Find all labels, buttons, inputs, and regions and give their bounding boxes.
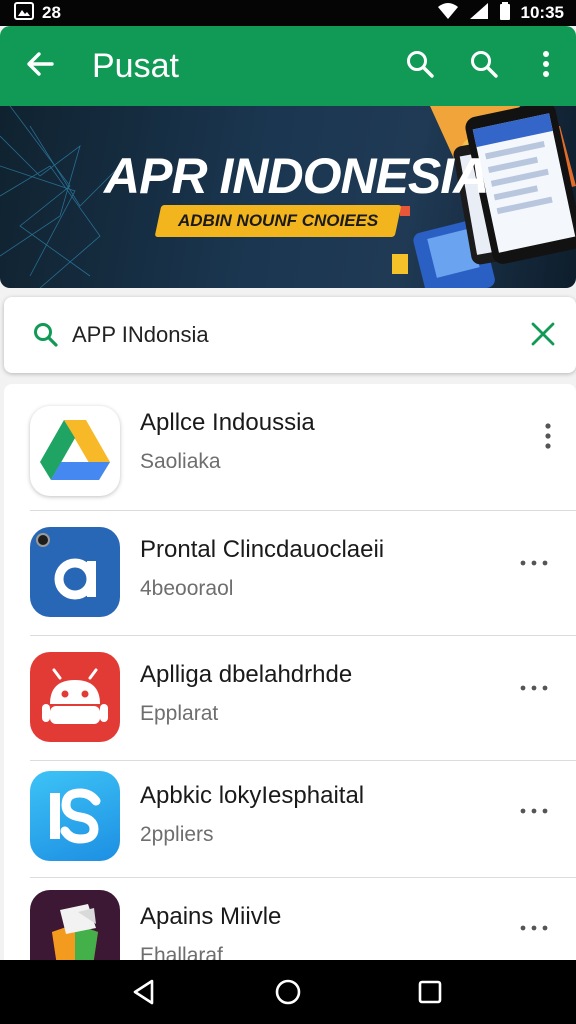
- app-name: Apllce Indoussia: [140, 409, 315, 436]
- nav-back-icon[interactable]: [128, 976, 160, 1008]
- app-subtitle: Ehallaraf: [140, 944, 223, 960]
- signal-icon: [469, 2, 489, 25]
- app-subtitle: 2ppliers: [140, 823, 214, 846]
- list-item[interactable]: Prontal Clincdauoclaeii 4beooraol: [4, 511, 576, 635]
- search-icon[interactable]: [404, 48, 436, 80]
- drive-triangle-icon: [30, 406, 120, 496]
- app-subtitle: Epplarat: [140, 702, 219, 725]
- more-vert-icon[interactable]: [530, 48, 562, 80]
- notification-count: 28: [42, 3, 61, 22]
- app-subtitle: Saoliaka: [140, 450, 221, 473]
- banner-tagline: ADBIN NOUNF CNOIEES: [177, 211, 379, 230]
- more-vert-icon[interactable]: [528, 416, 568, 456]
- search-icon[interactable]: [468, 48, 500, 80]
- app-name: Aplliga dbelahdrhde: [140, 661, 353, 688]
- page-title: Pusat: [92, 47, 179, 85]
- clock: 10:35: [520, 3, 564, 22]
- gallery-notification-icon: [14, 1, 34, 25]
- banner-headline: APR INDONESIA: [104, 148, 489, 204]
- android-robot-icon: [30, 652, 120, 742]
- list-item[interactable]: Aplliga dbelahdrhde Epplarat: [4, 636, 576, 760]
- search-query: APP INdonsia: [72, 322, 209, 347]
- letter-a-icon: [30, 527, 120, 617]
- banner-tagline-ribbon: ADBIN NOUNF CNOIEES: [154, 205, 402, 237]
- system-nav-bar: [0, 960, 576, 1024]
- list-item[interactable]: Apains Miivle Ehallaraf: [4, 878, 576, 960]
- close-icon[interactable]: [528, 319, 558, 349]
- more-horiz-icon[interactable]: [514, 668, 554, 708]
- wifi-icon: [437, 2, 459, 25]
- app-list: Apllce Indoussia Saoliaka Prontal Clincd…: [4, 384, 576, 960]
- list-item[interactable]: Apllce Indoussia Saoliaka: [4, 384, 576, 510]
- more-horiz-icon[interactable]: [514, 791, 554, 831]
- search-icon: [32, 321, 60, 349]
- app-name: Apains Miivle: [140, 903, 282, 930]
- letter-s-icon: [30, 771, 120, 861]
- list-item[interactable]: Apbkic lokyIesphaital 2ppliers: [4, 761, 576, 877]
- nav-home-icon[interactable]: [272, 976, 304, 1008]
- status-bar: 28 10:35: [0, 0, 576, 26]
- more-horiz-icon[interactable]: [514, 908, 554, 948]
- arrow-back-icon[interactable]: [22, 46, 58, 82]
- app-name: Apbkic lokyIesphaital: [140, 782, 365, 809]
- app-bar: Pusat: [0, 26, 576, 106]
- app-name: Prontal Clincdauoclaeii: [140, 536, 385, 563]
- more-horiz-icon[interactable]: [514, 543, 554, 583]
- promo-banner[interactable]: APR INDONESIA ADBIN NOUNF CNOIEES: [0, 106, 576, 288]
- app-subtitle: 4beooraol: [140, 577, 234, 600]
- battery-icon: [499, 1, 511, 25]
- nav-recents-icon[interactable]: [414, 976, 446, 1008]
- search-input[interactable]: APP INdonsia: [4, 297, 576, 373]
- colorful-box-icon: [30, 890, 120, 960]
